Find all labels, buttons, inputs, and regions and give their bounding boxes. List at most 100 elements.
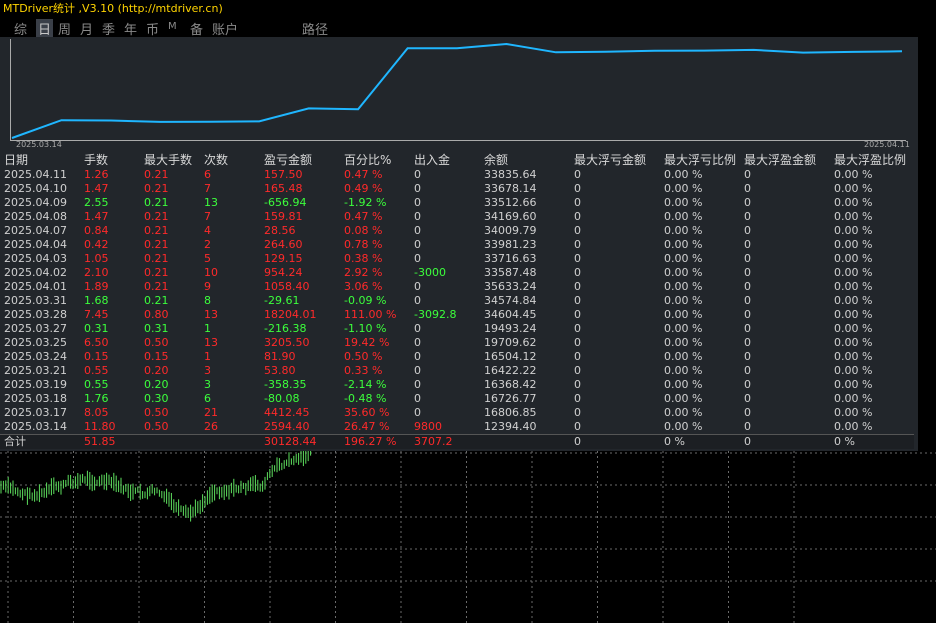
cell: 0.49 %: [344, 182, 383, 195]
col-header-0: 日期: [4, 153, 29, 167]
cell: -1.10 %: [344, 322, 387, 335]
cell: 4412.45: [264, 406, 310, 419]
cell: 3: [204, 378, 211, 391]
tab-2[interactable]: 周: [58, 19, 71, 38]
cell: 0.00 %: [664, 336, 703, 349]
cell: 2025.04.07: [4, 224, 67, 237]
cell: 0.00 %: [834, 182, 873, 195]
table-row: 2025.04.07 0.84 0.21 4 28.56 0.08 % 0 34009.79 0…: [0, 224, 914, 238]
col-header-2: 最大手数: [144, 153, 193, 167]
cell: 6.50: [84, 336, 109, 349]
cell: 2025.03.28: [4, 308, 67, 321]
cell: 8.05: [84, 406, 109, 419]
table-row: 2025.03.25 6.50 0.50 13 3205.50 19.42 % 0 19709…: [0, 336, 914, 350]
equity-curve-chart: [10, 39, 906, 141]
table-row: 2025.03.18 1.76 0.30 6 -80.08 -0.48 % 0 16726.7…: [0, 392, 914, 406]
price-chart: [0, 451, 936, 623]
cell: 0: [414, 196, 421, 209]
cell: 2025.04.11: [4, 168, 67, 181]
cell: 0.21: [144, 196, 169, 209]
col-header-6: 出入金: [414, 153, 451, 167]
tab-3[interactable]: 月: [80, 19, 93, 38]
cell: 954.24: [264, 266, 303, 279]
tab-8[interactable]: 备: [190, 19, 203, 38]
cell: 0.00 %: [664, 378, 703, 391]
cell: 33716.63: [484, 252, 537, 265]
cell: 2025.03.27: [4, 322, 67, 335]
cell: 0: [574, 392, 581, 405]
table-row: 2025.04.01 1.89 0.21 9 1058.40 3.06 % 0 35633.2…: [0, 280, 914, 294]
cell: 111.00 %: [344, 308, 397, 321]
cell: 0: [574, 266, 581, 279]
cell: 0: [414, 336, 421, 349]
tab-0[interactable]: 综: [14, 19, 27, 38]
cell: 0: [574, 224, 581, 237]
cell: 264.60: [264, 238, 303, 251]
cell: 0.00 %: [834, 336, 873, 349]
cell: 11.80: [84, 420, 116, 433]
cell: 7: [204, 182, 211, 195]
table-row: 2025.04.11 1.26 0.21 6 157.50 0.47 % 0 33835.64…: [0, 168, 914, 182]
total-cell: 196.27 %: [344, 434, 414, 449]
cell: 5: [204, 252, 211, 265]
tab-9[interactable]: 账户: [212, 19, 238, 38]
cell: 26.47 %: [344, 420, 390, 433]
cell: -3092.8: [414, 308, 457, 321]
cell: 0.00 %: [834, 364, 873, 377]
col-header-1: 手数: [84, 153, 109, 167]
cell: 3: [204, 364, 211, 377]
tab-4[interactable]: 季: [102, 19, 115, 38]
cell: 33587.48: [484, 266, 537, 279]
tab-7[interactable]: M: [168, 21, 177, 32]
cell: 0.00 %: [664, 280, 703, 293]
cell: 0.50 %: [344, 350, 383, 363]
cell: 0: [574, 252, 581, 265]
cell: 2.92 %: [344, 266, 383, 279]
cell: 0.21: [144, 252, 169, 265]
cell: 10: [204, 266, 218, 279]
cell: 1.68: [84, 294, 109, 307]
cell: 0.21: [144, 182, 169, 195]
col-header-7: 余额: [484, 153, 509, 167]
tab-6[interactable]: 币: [146, 19, 159, 38]
total-cell: 3707.2: [414, 434, 484, 449]
cell: 0: [414, 252, 421, 265]
cell: 129.15: [264, 252, 303, 265]
cell: 165.48: [264, 182, 303, 195]
cell: 1: [204, 322, 211, 335]
cell: 2025.04.02: [4, 266, 67, 279]
cell: 0.00 %: [834, 378, 873, 391]
cell: 34009.79: [484, 224, 537, 237]
cell: 0.00 %: [834, 350, 873, 363]
cell: 13: [204, 308, 218, 321]
cell: 16726.77: [484, 392, 537, 405]
cell: 0: [744, 420, 751, 433]
cell: 16504.12: [484, 350, 537, 363]
cell: 1.05: [84, 252, 109, 265]
cell: 0: [574, 294, 581, 307]
cell: 18204.01: [264, 308, 317, 321]
cell: 2025.04.01: [4, 280, 67, 293]
cell: 13: [204, 336, 218, 349]
cell: 0.00 %: [664, 392, 703, 405]
cell: -358.35: [264, 378, 307, 391]
cell: 12394.40: [484, 420, 537, 433]
table-row: 2025.03.21 0.55 0.20 3 53.80 0.33 % 0 16422.22 0…: [0, 364, 914, 378]
tab-1[interactable]: 日: [36, 19, 54, 38]
cell: 2025.03.24: [4, 350, 67, 363]
table-row: 2025.04.03 1.05 0.21 5 129.15 0.38 % 0 33716.63…: [0, 252, 914, 266]
cell: 0: [744, 378, 751, 391]
tab-10[interactable]: 路径: [302, 19, 328, 38]
cell: 0: [744, 280, 751, 293]
cell: 6: [204, 168, 211, 181]
cell: 0: [574, 350, 581, 363]
table-row: 2025.03.24 0.15 0.15 1 81.90 0.50 % 0 16504.12 0…: [0, 350, 914, 364]
cell: 0.31: [144, 322, 169, 335]
cell: 0.00 %: [664, 322, 703, 335]
cell: 0.00 %: [834, 168, 873, 181]
cell: 0.00 %: [664, 182, 703, 195]
cell: 2025.03.14: [4, 420, 67, 433]
table-row: 2025.04.02 2.10 0.21 10 954.24 2.92 % -3000 335…: [0, 266, 914, 280]
total-cell: 0: [744, 434, 834, 449]
tab-5[interactable]: 年: [124, 19, 137, 38]
